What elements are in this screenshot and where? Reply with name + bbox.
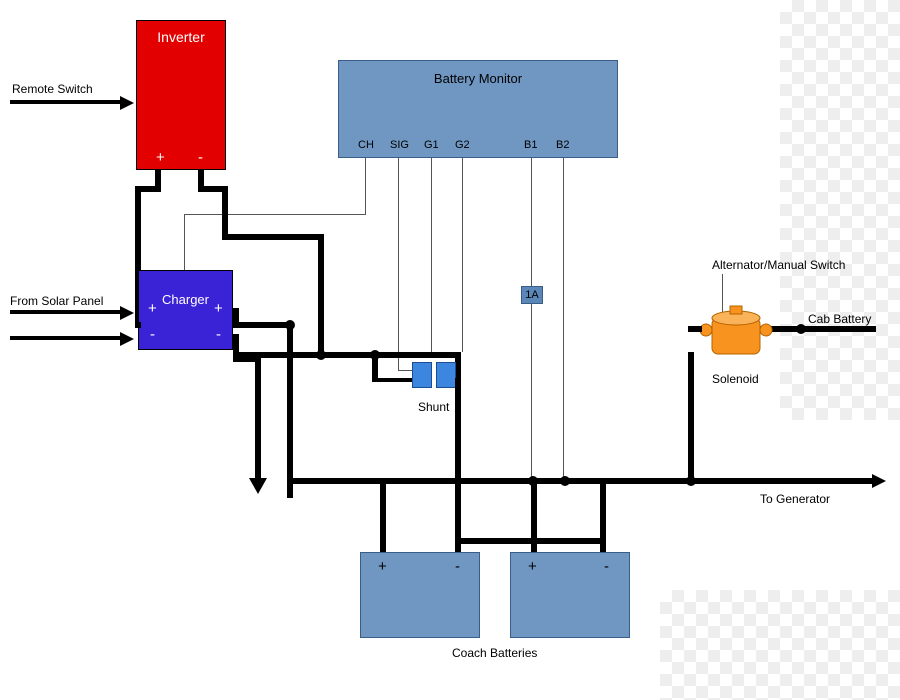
bm-terminal-b1: B1 (524, 139, 537, 151)
bm-terminal-g2: G2 (455, 139, 470, 151)
charger-plus-l: + (148, 300, 157, 317)
shunt-label: Shunt (418, 400, 449, 414)
wire-ch (365, 158, 366, 214)
wire-gnd-join (287, 352, 293, 358)
bm-terminal-g1: G1 (424, 139, 439, 151)
bm-terminal-sig: SIG (390, 139, 409, 151)
bat2-minus: - (604, 558, 609, 575)
inverter-plus: + (156, 149, 165, 166)
wire-inv-minus-h2 (222, 234, 324, 240)
wire-inv-plus-h1 (135, 186, 161, 192)
wire-sig (398, 158, 399, 370)
charger-minus-r: - (216, 326, 221, 343)
wire-ground (255, 356, 261, 480)
inverter-label: Inverter (157, 29, 204, 45)
bat2-plus: + (528, 558, 537, 575)
charger-minus-l: - (150, 326, 155, 343)
wire-bat-neg-bus (455, 538, 606, 544)
solenoid-icon (700, 300, 780, 370)
junction-5 (560, 476, 570, 486)
solenoid-block (700, 300, 780, 375)
wire-ground-h (233, 356, 261, 362)
junction-cab (796, 324, 806, 334)
wire-solar-plus (10, 310, 120, 314)
wire-bat1-join (380, 496, 386, 502)
wire-inv-join (135, 322, 141, 328)
wire-ch-v (184, 214, 185, 270)
fuse-1a-label: 1A (525, 289, 538, 301)
arrow-solar-minus (120, 332, 134, 346)
cab-battery-label: Cab Battery (808, 312, 871, 326)
alt-manual-label: Alternator/Manual Switch (712, 258, 845, 272)
wire-g1 (431, 158, 432, 352)
wire-shunt-in (372, 352, 378, 380)
solenoid-label: Solenoid (712, 372, 759, 386)
wire-pos-bus-1 (233, 322, 293, 328)
wire-bus-join (287, 478, 293, 498)
battery-monitor-label: Battery Monitor (434, 71, 522, 86)
arrow-remote-switch (120, 96, 134, 110)
arrow-ground (249, 478, 267, 494)
remote-switch-label: Remote Switch (12, 82, 93, 96)
wire-pos-long (287, 478, 875, 484)
wire-b2 (563, 158, 564, 480)
wire-remote-switch (10, 100, 120, 104)
wire-g2 (462, 158, 463, 352)
transparency-checker (660, 590, 900, 700)
wire-neg-bus (233, 352, 461, 358)
junction-1 (285, 320, 295, 330)
coach-batteries-label: Coach Batteries (452, 646, 537, 660)
wire-ch-h (184, 214, 366, 215)
wire-solar-minus (10, 336, 120, 340)
shunt-terminal-left (412, 362, 432, 388)
wire-solenoid-v (688, 352, 694, 484)
to-generator-label: To Generator (760, 492, 830, 506)
charger-plus-r: + (214, 300, 223, 317)
bat1-minus: - (455, 558, 460, 575)
from-solar-label: From Solar Panel (10, 294, 103, 308)
inverter-block: Inverter (136, 20, 226, 170)
junction-2 (316, 350, 326, 360)
bm-terminal-b2: B2 (556, 139, 569, 151)
wire-inv-minus-v2 (318, 234, 324, 356)
transparency-checker (780, 0, 900, 420)
wire-solenoid-left (688, 326, 702, 332)
arrow-to-generator (872, 474, 886, 488)
wire-shunt-to-bat (455, 378, 461, 558)
wire-inv-minus-v (222, 186, 228, 240)
wire-b1 (531, 158, 532, 286)
bat1-plus: + (378, 558, 387, 575)
inverter-minus: - (198, 149, 203, 166)
shunt-terminal-right (436, 362, 456, 388)
charger-label: Charger (162, 292, 209, 307)
fuse-1a: 1A (521, 286, 543, 304)
wire-bat1-plus (380, 478, 386, 554)
wire-b1-lower (531, 304, 532, 480)
arrow-solar-plus (120, 306, 134, 320)
wire-pos-bus-v (287, 322, 293, 482)
bm-terminal-ch: CH (358, 139, 374, 151)
battery-monitor-block: Battery Monitor (338, 60, 618, 158)
